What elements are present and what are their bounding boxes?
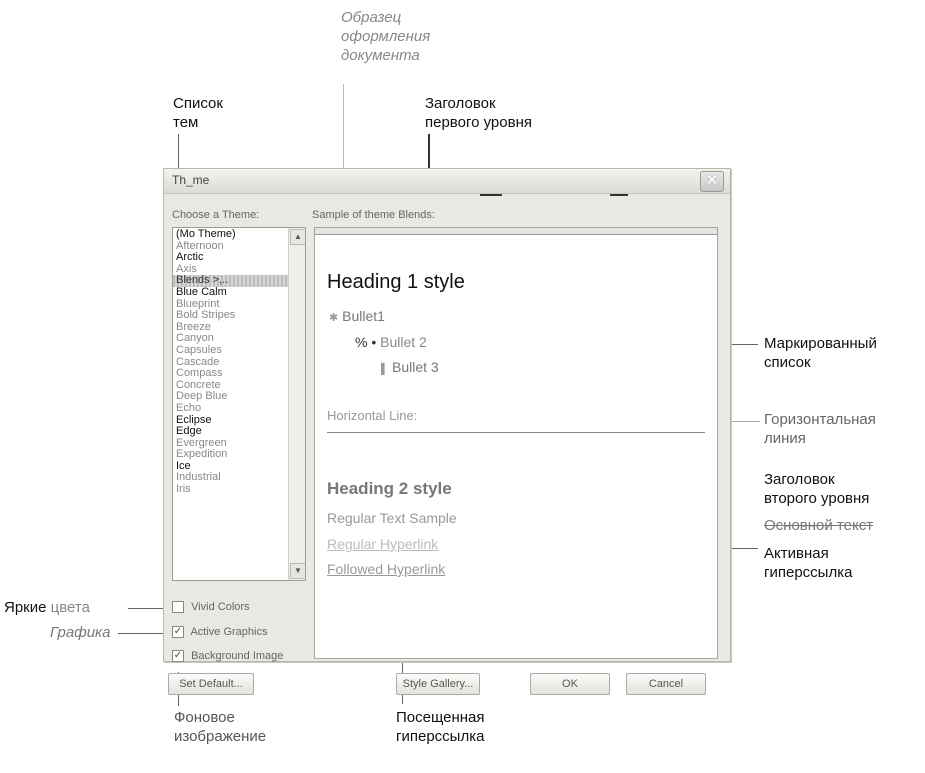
vivid-colors-callout-line bbox=[128, 608, 164, 609]
title-decoration bbox=[480, 194, 502, 196]
vivid-colors-callout-b: цвета bbox=[50, 599, 90, 616]
sample-label: Sample of theme Blends: bbox=[312, 209, 435, 221]
followed-hyperlink[interactable]: Followed Hyperlink bbox=[327, 561, 445, 577]
horizontal-line-callout: Горизонтальная линия bbox=[764, 411, 876, 447]
sample-heading2: Heading 2 style bbox=[327, 479, 452, 498]
bullet3-row: ▌ Bullet 3 bbox=[381, 359, 439, 375]
close-icon: ✕ bbox=[705, 172, 719, 189]
background-image-checkbox[interactable]: ✓ bbox=[172, 650, 184, 663]
vivid-colors-text: Vivid Colors bbox=[191, 601, 250, 613]
theme-list-item[interactable]: Capsules bbox=[173, 344, 305, 357]
regular-text-sample: Regular Text Sample bbox=[327, 510, 457, 526]
theme-sample-preview: Heading 1 style ✱ Bullet1 % • Bullet 2 ▌… bbox=[314, 227, 718, 659]
bullet2-text: Bullet 2 bbox=[380, 334, 427, 350]
bullet1-text: Bullet1 bbox=[342, 308, 385, 324]
choose-theme-label: Choose a Theme: bbox=[172, 209, 260, 221]
theme-list-callout: Список тем bbox=[173, 95, 223, 131]
theme-list-item[interactable]: Industrial bbox=[173, 472, 305, 484]
horizontal-rule bbox=[327, 432, 705, 433]
regular-hyperlink[interactable]: Regular Hyperlink bbox=[327, 536, 438, 552]
close-button[interactable]: ✕ bbox=[700, 171, 724, 192]
bullet3-icon: ▌ bbox=[381, 364, 389, 375]
vivid-colors-checkbox[interactable] bbox=[172, 601, 184, 614]
theme-list-item[interactable]: Blue Calm bbox=[173, 286, 305, 299]
theme-list-item[interactable]: Echo bbox=[173, 402, 305, 415]
heading2-callout: Заголовок второго уровня bbox=[764, 471, 870, 507]
bulleted-list-callout: Маркированный список bbox=[764, 335, 877, 371]
bullet2-row: % • Bullet 2 bbox=[355, 334, 427, 350]
background-image-text: Background Image bbox=[191, 650, 284, 662]
theme-list-scrollbar[interactable]: ▲ ▼ bbox=[288, 228, 305, 580]
active-graphics-checkbox[interactable]: ✓ bbox=[172, 626, 184, 639]
theme-list-item[interactable]: Compass bbox=[173, 368, 305, 380]
active-hyperlink-callout: Активная гиперссылка bbox=[764, 545, 853, 581]
vivid-colors-callout-a: Яркие bbox=[4, 599, 47, 616]
active-graphics-text: Active Graphics bbox=[190, 626, 268, 638]
vivid-colors-option[interactable]: Vivid Colors bbox=[172, 601, 250, 614]
background-image-callout: Фоновое изображение bbox=[174, 709, 267, 745]
body-text-callout: Основной текст bbox=[764, 517, 874, 534]
theme-list[interactable]: (Mo Theme) Afternoon Arctic Axis Blends >,..… bbox=[172, 227, 306, 581]
sample-heading1: Heading 1 style bbox=[327, 271, 465, 293]
theme-dialog: Th_me ✕ Choose a Theme: Sample of theme … bbox=[163, 168, 731, 695]
bullet3-text: Bullet 3 bbox=[391, 359, 439, 375]
theme-list-item[interactable]: Expedition bbox=[173, 449, 305, 461]
theme-list-item[interactable]: Edge bbox=[173, 425, 305, 438]
set-default-button[interactable]: Set Default... bbox=[168, 673, 254, 695]
title-decoration bbox=[610, 194, 628, 196]
scroll-up-icon[interactable]: ▲ bbox=[290, 229, 305, 245]
graphics-callout-line bbox=[118, 633, 166, 634]
sample-callout: Образец оформления документа bbox=[341, 9, 431, 64]
theme-list-item[interactable]: Iris bbox=[173, 483, 305, 496]
background-image-option[interactable]: ✓ Background Image bbox=[172, 650, 284, 663]
theme-list-item[interactable]: (Mo Theme) bbox=[173, 228, 305, 241]
vivid-colors-callout: Яркие цвета bbox=[4, 598, 90, 617]
dialog-title: Th_me bbox=[172, 173, 210, 187]
theme-items: (Mo Theme) Afternoon Arctic Axis Blends >,..… bbox=[173, 228, 305, 496]
horizontal-line-label: Horizontal Line: bbox=[327, 408, 418, 423]
scroll-down-icon[interactable]: ▼ bbox=[290, 563, 305, 579]
sample-top-rule bbox=[315, 228, 717, 235]
active-graphics-option[interactable]: ✓ Active Graphics bbox=[172, 626, 268, 639]
title-bar: Th_me ✕ bbox=[164, 169, 730, 194]
followed-hyperlink-callout: Посещенная гиперссылка bbox=[396, 709, 485, 745]
theme-list-item[interactable]: Bold Stripes bbox=[173, 310, 305, 322]
cancel-button[interactable]: Cancel bbox=[626, 673, 706, 695]
bullet1-icon: ✱ bbox=[329, 312, 339, 324]
style-gallery-button[interactable]: Style Gallery... bbox=[396, 673, 480, 695]
bullet1-row: ✱ Bullet1 bbox=[329, 308, 385, 324]
ok-button[interactable]: OK bbox=[530, 673, 610, 695]
graphics-callout: Графика bbox=[50, 624, 111, 641]
heading1-callout: Заголовок первого уровня bbox=[425, 95, 532, 131]
bullet2-marker: % • bbox=[355, 334, 377, 350]
